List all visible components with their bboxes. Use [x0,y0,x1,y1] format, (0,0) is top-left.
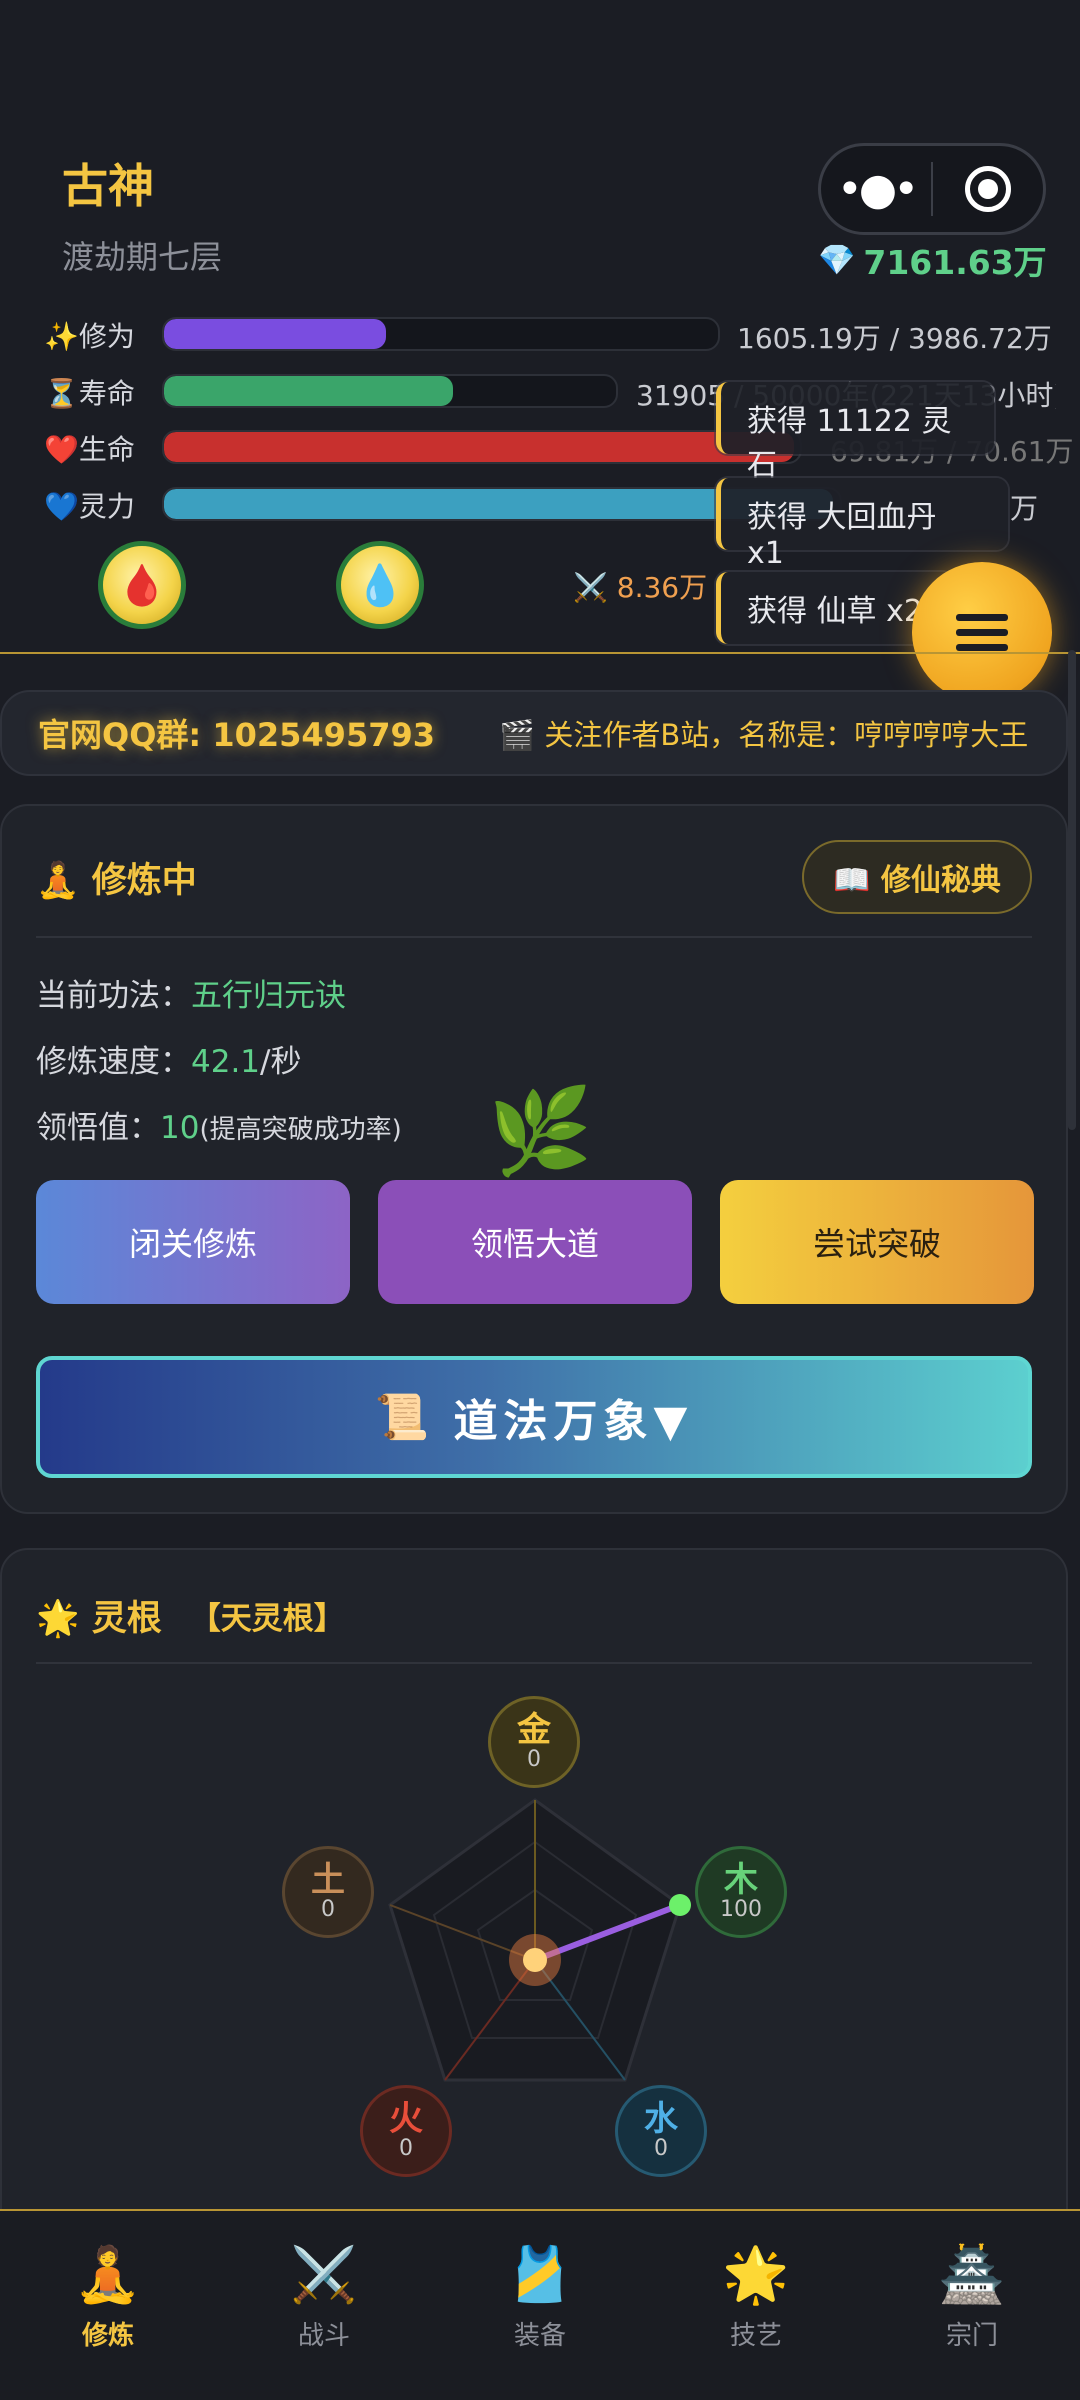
insight-note: (提高突破成功率) [199,1115,402,1145]
speed-unit: /秒 [260,1044,302,1080]
closed-cultivation-button[interactable]: 闭关修炼 [36,1180,350,1304]
swords-icon: ⚔️ [290,2243,358,2306]
five-elements-radar [388,1798,691,2082]
meditation-icon: 🧘 [74,2243,142,2306]
card-divider [36,1662,1032,1664]
element-metal: 金 0 [488,1696,580,1788]
spirit-root-type: 【天灵根】 [189,1601,345,1637]
health-label: ❤️生命 [44,433,135,466]
speed-label: 修炼速度： [36,1044,191,1080]
element-earth: 土 0 [282,1846,374,1938]
insight-value: 10 [160,1110,200,1146]
target-icon[interactable] [933,166,1043,212]
gem-icon: 💎 [818,242,856,278]
character-name: 古神 [62,159,154,213]
qq-group-text: 官网QQ群: 1025495793 [38,716,436,754]
cultivation-title: 🧘 修炼中 [36,861,197,901]
water-drop-icon[interactable]: 💧 [336,541,424,629]
nav-cultivate[interactable]: 🧘 修炼 [0,2211,216,2400]
nav-equipment[interactable]: 🎽 装备 [432,2211,648,2400]
toast-reward: 获得 11122 灵石 [716,382,994,483]
herb-icon: 🌿 [488,1082,593,1180]
cultivation-label: ✨修为 [44,320,135,353]
health-bar [162,430,802,464]
scrollbar[interactable] [1068,650,1076,1130]
mana-label: 💙灵力 [44,490,135,523]
lifespan-label: ⏳寿命 [44,377,135,410]
element-fire: 火 0 [360,2085,452,2177]
spirit-stone-value: 7161.63万 [863,243,1047,282]
cultivation-bar [162,317,720,351]
lifespan-bar-fill [164,376,454,406]
spirit-root-title: 🌟 灵根 [36,1599,162,1639]
technique-line: 当前功法：五行归元诀 [36,970,346,1015]
dao-techniques-button[interactable]: 📜 道法万象▼ [36,1356,1032,1478]
insight-label: 领悟值： [36,1110,160,1146]
cultivation-value: 1605.19万 / 3986.72万 [737,322,1052,355]
bottom-navigation: 🧘 修炼 ⚔️ 战斗 🎽 装备 🌟 技艺 🏯 宗门 [0,2209,1080,2400]
nav-battle[interactable]: ⚔️ 战斗 [216,2211,432,2400]
more-dots-icon[interactable]: •●• [821,164,931,215]
cultivation-bar-fill [164,319,386,349]
health-bar-fill [164,432,794,462]
bilibili-notice: 🎬 关注作者B站，名称是：哼哼哼哼大王 [499,718,1029,752]
armor-icon: 🎽 [506,2243,574,2306]
insight-line: 领悟值：10(提高突破成功率) [36,1102,402,1147]
lifespan-bar [162,374,618,408]
castle-icon: 🏯 [938,2243,1006,2306]
blood-drop-icon[interactable]: 🩸 [98,541,186,629]
speed-line: 修炼速度：42.1/秒 [36,1036,301,1081]
menu-button[interactable] [912,562,1052,702]
hamburger-icon [956,606,1008,659]
speed-value: 42.1 [191,1044,261,1080]
star-icon: 🌟 [722,2243,790,2306]
scroll-icon: 📜 [374,1392,436,1443]
announcement-marquee: 官网QQ群: 1025495793 🎬 关注作者B站，名称是：哼哼哼哼大王 [0,690,1068,776]
mana-value: 万 [1010,492,1039,525]
element-wood: 木 100 [695,1846,787,1938]
cultivation-manual-button[interactable]: 📖 修仙秘典 [802,840,1032,914]
breakthrough-button[interactable]: 尝试突破 [720,1180,1034,1304]
combat-power: ⚔️ 8.36万 [573,571,708,604]
header-divider [0,652,1080,654]
element-water: 水 0 [615,2085,707,2177]
technique-value: 五行归元诀 [191,978,346,1014]
enlighten-dao-button[interactable]: 领悟大道 [378,1180,692,1304]
nav-skills[interactable]: 🌟 技艺 [648,2211,864,2400]
realm-level: 渡劫期七层 [62,238,223,276]
dao-button-label: 道法万象▼ [453,1396,694,1447]
technique-label: 当前功法： [36,978,191,1014]
toast-reward: 获得 大回血丹 x1 [716,478,1008,571]
nav-sect[interactable]: 🏯 宗门 [864,2211,1080,2400]
card-divider [36,936,1032,938]
spirit-root-header: 🌟 灵根 【天灵根】 [36,1590,345,1641]
mini-program-capsule: •●• [818,143,1046,235]
spirit-stone-balance: 💎 7161.63万 [818,236,1047,284]
